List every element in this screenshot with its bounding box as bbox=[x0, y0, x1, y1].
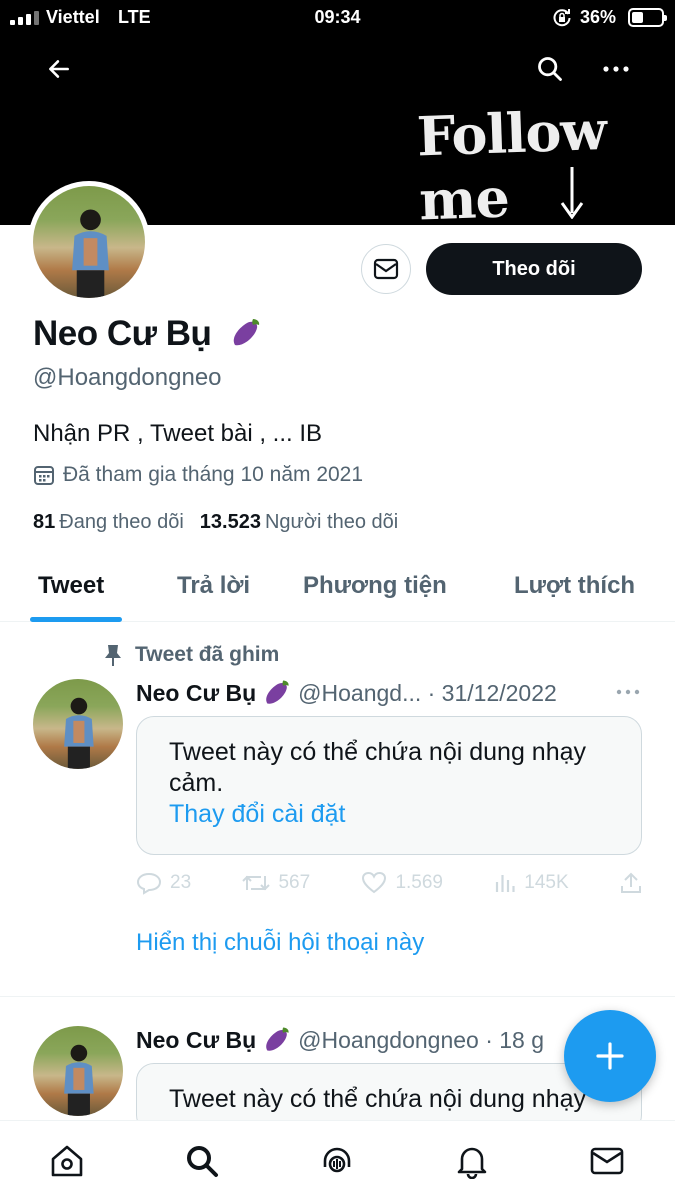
pinned-text: Tweet đã ghim bbox=[135, 643, 280, 666]
tweet-more-button[interactable] bbox=[608, 677, 648, 707]
follow-stats: 81 Đang theo dõi 13.523 Người theo dõi bbox=[33, 511, 398, 534]
arrow-down-icon bbox=[560, 167, 584, 219]
retweet-icon bbox=[242, 875, 271, 891]
nav-search[interactable] bbox=[182, 1141, 222, 1181]
display-name: Neo Cư Bụ bbox=[33, 314, 263, 354]
reply-button[interactable]: 23 bbox=[136, 868, 191, 898]
tab-tweet[interactable]: Tweet bbox=[38, 572, 104, 600]
following-link[interactable]: 81 Đang theo dõi bbox=[33, 511, 184, 534]
bell-icon bbox=[457, 1147, 487, 1179]
followers-count: 13.523 bbox=[199, 511, 261, 533]
following-label: Đang theo dõi bbox=[59, 511, 184, 533]
tweet-meta: @Hoangdongneo · 18 g bbox=[298, 1027, 545, 1053]
tweet-author-name[interactable]: Neo Cư Bụ bbox=[136, 680, 256, 706]
tab-replies[interactable]: Trả lời bbox=[177, 572, 250, 600]
compose-tweet-button[interactable] bbox=[564, 1010, 656, 1102]
tab-likes[interactable]: Lượt thích bbox=[514, 572, 635, 600]
heart-icon bbox=[362, 871, 387, 894]
eggplant-emoji-icon bbox=[266, 1027, 289, 1051]
tweet-meta: @Hoangd... · 31/12/2022 bbox=[298, 680, 557, 706]
battery-icon bbox=[628, 8, 667, 27]
nav-spaces[interactable] bbox=[317, 1141, 357, 1181]
share-icon bbox=[620, 872, 641, 893]
plus-icon bbox=[596, 1042, 624, 1070]
pinned-label: Tweet đã ghim bbox=[103, 643, 279, 667]
views-button[interactable]: 145K bbox=[494, 868, 569, 898]
arrow-left-icon bbox=[49, 60, 69, 78]
more-horizontal-icon bbox=[603, 66, 629, 72]
follow-button[interactable]: Theo dõi bbox=[426, 243, 642, 295]
tweet-actions: 23 567 1.569 145K bbox=[136, 868, 642, 898]
tweet-avatar[interactable] bbox=[33, 1026, 123, 1116]
following-count: 81 bbox=[33, 511, 56, 533]
nav-home[interactable] bbox=[47, 1141, 87, 1181]
display-name-text: Neo Cư Bụ bbox=[33, 314, 212, 353]
mail-icon bbox=[373, 258, 399, 280]
search-icon bbox=[538, 57, 562, 81]
battery-percent: 36% bbox=[580, 7, 617, 27]
avatar-image bbox=[33, 186, 145, 298]
spaces-icon bbox=[323, 1147, 351, 1173]
joined-date: Đã tham gia tháng 10 năm 2021 bbox=[33, 463, 363, 487]
tweet-divider bbox=[0, 996, 675, 997]
tweet-header: Neo Cư Bụ @Hoangd... · 31/12/2022 bbox=[136, 677, 557, 707]
change-settings-link[interactable]: Thay đổi cài đặt bbox=[169, 799, 609, 830]
active-tab-indicator bbox=[30, 617, 122, 622]
sensitive-content-notice: Tweet này có thể chứa nội dung nhạy cảm.… bbox=[136, 716, 642, 855]
tweet-header: Neo Cư Bụ @Hoangdongneo · 18 g bbox=[136, 1024, 544, 1054]
mail-icon bbox=[590, 1147, 624, 1175]
reply-count: 23 bbox=[170, 872, 192, 893]
message-button[interactable] bbox=[361, 244, 411, 294]
eggplant-emoji-icon bbox=[266, 680, 289, 704]
profile-handle: @Hoangdongneo bbox=[33, 364, 222, 391]
search-button[interactable] bbox=[530, 49, 570, 89]
reply-icon bbox=[136, 872, 162, 895]
retweet-button[interactable]: 567 bbox=[242, 868, 310, 898]
joined-text: Đã tham gia tháng 10 năm 2021 bbox=[63, 463, 364, 486]
pin-icon bbox=[105, 645, 121, 666]
more-horizontal-icon bbox=[616, 689, 640, 695]
status-bar: Viettel LTE 09:34 36% bbox=[0, 0, 675, 36]
profile-avatar[interactable] bbox=[28, 181, 150, 303]
clock: 09:34 bbox=[314, 7, 361, 27]
tweet-author-name[interactable]: Neo Cư Bụ bbox=[136, 1027, 256, 1053]
tweet-avatar[interactable] bbox=[33, 679, 123, 769]
nav-messages[interactable] bbox=[587, 1141, 627, 1181]
followers-link[interactable]: 13.523 Người theo dõi bbox=[200, 511, 398, 534]
home-icon bbox=[51, 1145, 83, 1177]
search-icon bbox=[187, 1146, 218, 1177]
tab-media[interactable]: Phương tiện bbox=[303, 572, 447, 600]
sensitive-text: Tweet này có thể chứa nội dung nhạy bbox=[169, 1085, 587, 1113]
show-thread-link[interactable]: Hiển thị chuỗi hội thoại này bbox=[136, 929, 424, 957]
more-options-button[interactable] bbox=[596, 49, 636, 89]
like-count: 1.569 bbox=[395, 872, 443, 893]
analytics-icon bbox=[496, 875, 515, 892]
nav-notifications[interactable] bbox=[452, 1141, 492, 1181]
person-silhouette bbox=[64, 697, 94, 769]
like-button[interactable]: 1.569 bbox=[361, 868, 443, 898]
view-count: 145K bbox=[524, 872, 569, 893]
banner-text: Follow me bbox=[415, 97, 607, 233]
person-silhouette bbox=[64, 1044, 94, 1116]
bottom-navigation bbox=[0, 1120, 675, 1200]
eggplant-emoji-icon bbox=[233, 319, 259, 346]
rotation-lock-icon bbox=[553, 9, 571, 27]
retweet-count: 567 bbox=[278, 872, 311, 893]
sensitive-text: Tweet này có thể chứa nội dung nhạy cảm. bbox=[169, 738, 587, 797]
profile-bio: Nhận PR , Tweet bài , ... IB bbox=[33, 420, 323, 447]
calendar-icon bbox=[34, 466, 54, 485]
followers-label: Người theo dõi bbox=[264, 511, 399, 533]
share-button[interactable] bbox=[620, 868, 642, 898]
back-button[interactable] bbox=[40, 50, 78, 88]
profile-tabs: Tweet Trả lời Phương tiện Lượt thích bbox=[0, 558, 675, 622]
person-silhouette bbox=[71, 209, 109, 298]
